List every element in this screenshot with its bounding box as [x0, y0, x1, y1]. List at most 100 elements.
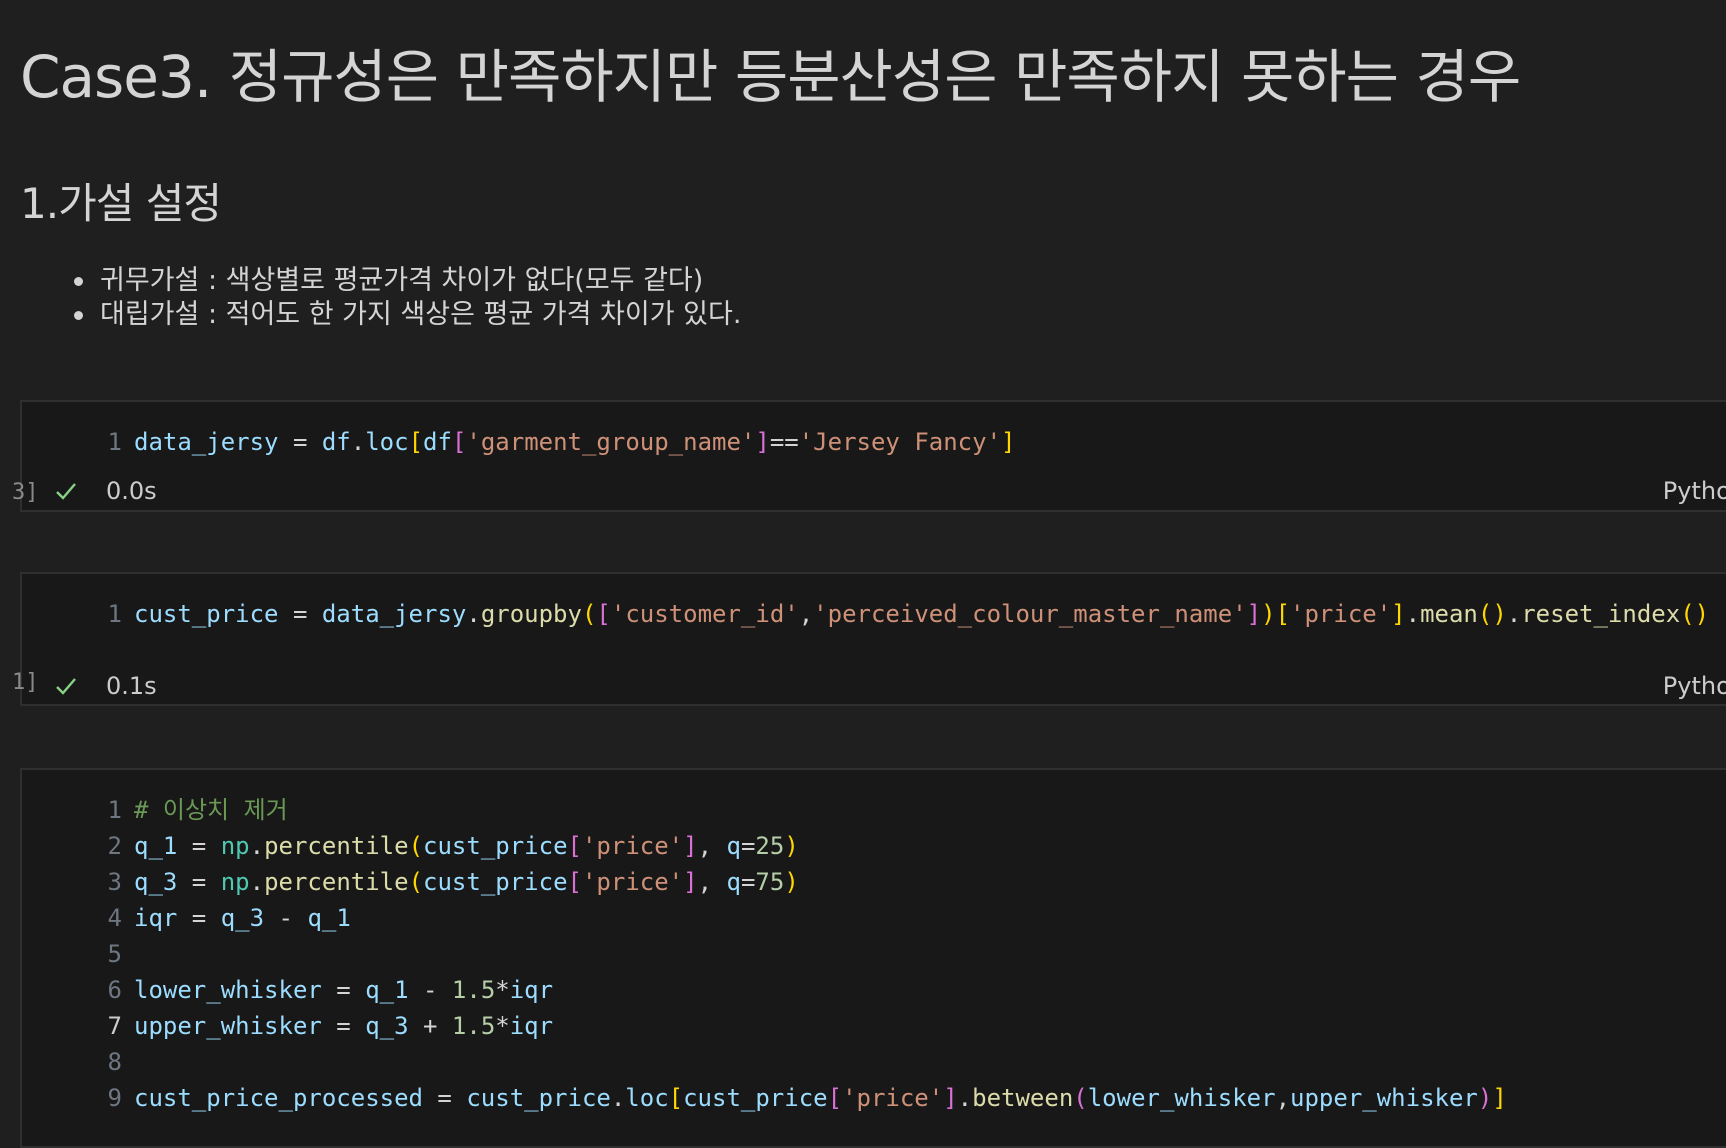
code-token: ,	[697, 868, 727, 896]
code-cell[interactable]: 1 # 이상치 제거 2 q_1 = np.percentile(cust_price…	[20, 768, 1726, 1148]
code-token: ()	[1477, 600, 1507, 628]
code-token: .	[350, 428, 366, 456]
code-text[interactable]: q_3 = np.percentile(cust_price['price'],…	[134, 864, 799, 900]
code-token: lower_whisker	[134, 976, 322, 1004]
code-token: loc	[625, 1084, 669, 1112]
code-token: reset_index	[1521, 600, 1681, 628]
code-token: .	[1405, 600, 1421, 628]
code-token: lower_whisker	[1087, 1084, 1276, 1112]
code-token: =	[321, 1012, 366, 1040]
code-token: q_1	[134, 832, 178, 860]
code-token: =	[177, 904, 221, 932]
code-token: ]	[683, 832, 698, 860]
code-token: 'perceived_colour_master_name'	[813, 600, 1247, 628]
code-token: ]	[1391, 600, 1406, 628]
bullet-icon	[74, 277, 83, 286]
code-token: q_1	[365, 976, 409, 1004]
code-token: *	[495, 976, 510, 1004]
code-token: .	[1506, 600, 1522, 628]
line-number: 9	[107, 1084, 122, 1112]
code-token: (	[1073, 1084, 1088, 1112]
code-token: groupby	[480, 600, 582, 628]
cell-status-bar: 0.0s Python	[22, 473, 1726, 509]
code-token: )	[784, 832, 799, 860]
line-number: 1	[107, 600, 122, 628]
line-number: 2	[107, 832, 122, 860]
code-token: ,	[697, 832, 727, 860]
code-token: [	[408, 428, 424, 456]
code-token: =	[422, 1084, 467, 1112]
code-token: cust_price	[683, 1084, 828, 1112]
code-token: 25	[755, 832, 785, 860]
code-token: ==	[769, 428, 799, 456]
code-token: np	[220, 832, 250, 860]
code-token: .	[249, 868, 265, 896]
code-token: df	[321, 428, 351, 456]
code-token: cust_price	[466, 1084, 611, 1112]
code-token: ,	[1275, 1084, 1291, 1112]
code-token: [	[567, 868, 582, 896]
code-text[interactable]: data_jersy = df.loc[df['garment_group_na…	[134, 424, 1015, 460]
code-token: q_3	[220, 904, 265, 932]
code-token: =	[177, 868, 221, 896]
kernel-language[interactable]: Python	[1663, 668, 1726, 704]
code-token: =	[278, 600, 322, 628]
code-token: iqr	[509, 1012, 554, 1040]
code-token: ()	[1680, 600, 1710, 628]
code-token: ,	[798, 600, 814, 628]
code-cell[interactable]: 3] 1 data_jersy = df.loc[df['garment_grou…	[12, 400, 1726, 512]
code-token: +	[408, 1012, 452, 1040]
list-item-text: 대립가설 : 적어도 한 가지 색상은 평균 가격 차이가 있다.	[100, 299, 742, 330]
line-number: 7	[107, 1012, 122, 1040]
code-token: )	[1477, 1084, 1493, 1112]
code-text[interactable]: q_1 = np.percentile(cust_price['price'],…	[134, 828, 799, 864]
code-token: -	[264, 904, 308, 932]
line-number: 1	[107, 796, 122, 824]
code-token: [	[451, 428, 467, 456]
code-token: ]	[755, 428, 770, 456]
code-token: =	[321, 976, 366, 1004]
code-text[interactable]: iqr = q_3 - q_1	[134, 900, 351, 936]
code-token: [	[567, 832, 582, 860]
kernel-language[interactable]: Python	[1663, 473, 1726, 509]
code-token: 'garment_group_name'	[466, 428, 756, 456]
code-token: )	[1261, 600, 1276, 628]
code-text[interactable]: cust_price_processed = cust_price.loc[cu…	[134, 1080, 1507, 1116]
code-token: cust_price_processed	[134, 1084, 423, 1112]
code-token: [	[668, 1084, 684, 1112]
code-token: 1.5	[451, 976, 496, 1004]
code-token: =	[740, 868, 756, 896]
line-number: 6	[107, 976, 122, 1004]
code-token: cust_price	[134, 600, 279, 628]
line-number: 5	[107, 940, 122, 968]
code-cell[interactable]: 1] 1 cust_price = data_jersy.groupby(['cu…	[12, 572, 1726, 706]
hypothesis-list: 귀무가설 : 색상별로 평균가격 차이가 없다(모두 같다) 대립가설 : 적어…	[68, 264, 741, 332]
code-token: iqr	[509, 976, 554, 1004]
code-token: ]	[683, 868, 698, 896]
code-token: 'Jersey Fancy'	[798, 428, 1002, 456]
code-token: between	[972, 1084, 1074, 1112]
code-token: 'price'	[1290, 600, 1392, 628]
line-number: 4	[107, 904, 122, 932]
code-text[interactable]: lower_whisker = q_1 - 1.5*iqr	[134, 972, 553, 1008]
list-item: 대립가설 : 적어도 한 가지 색상은 평균 가격 차이가 있다.	[68, 298, 741, 332]
code-token: (	[408, 868, 424, 896]
code-token: =	[740, 832, 756, 860]
code-token: q	[726, 868, 741, 896]
code-token: 'price'	[581, 832, 684, 860]
code-token: 1.5	[451, 1012, 496, 1040]
code-token: q	[726, 832, 741, 860]
markdown-title: Case3. 정규성은 만족하지만 등분산성은 만족하지 못하는 경우	[20, 43, 1521, 111]
code-token: # 이상치 제거	[134, 796, 288, 824]
code-token: .	[957, 1084, 973, 1112]
code-token: 'customer_id'	[610, 600, 799, 628]
code-token: percentile	[264, 832, 409, 860]
code-token: -	[408, 976, 452, 1004]
code-text[interactable]: # 이상치 제거	[134, 792, 288, 828]
code-token: ]	[1246, 600, 1262, 628]
code-token: 'price'	[842, 1084, 944, 1112]
code-text[interactable]: upper_whisker = q_3 + 1.5*iqr	[134, 1008, 553, 1044]
code-text[interactable]: cust_price = data_jersy.groupby(['custom…	[134, 596, 1709, 632]
code-token: [	[827, 1084, 843, 1112]
code-token: q_1	[307, 904, 351, 932]
